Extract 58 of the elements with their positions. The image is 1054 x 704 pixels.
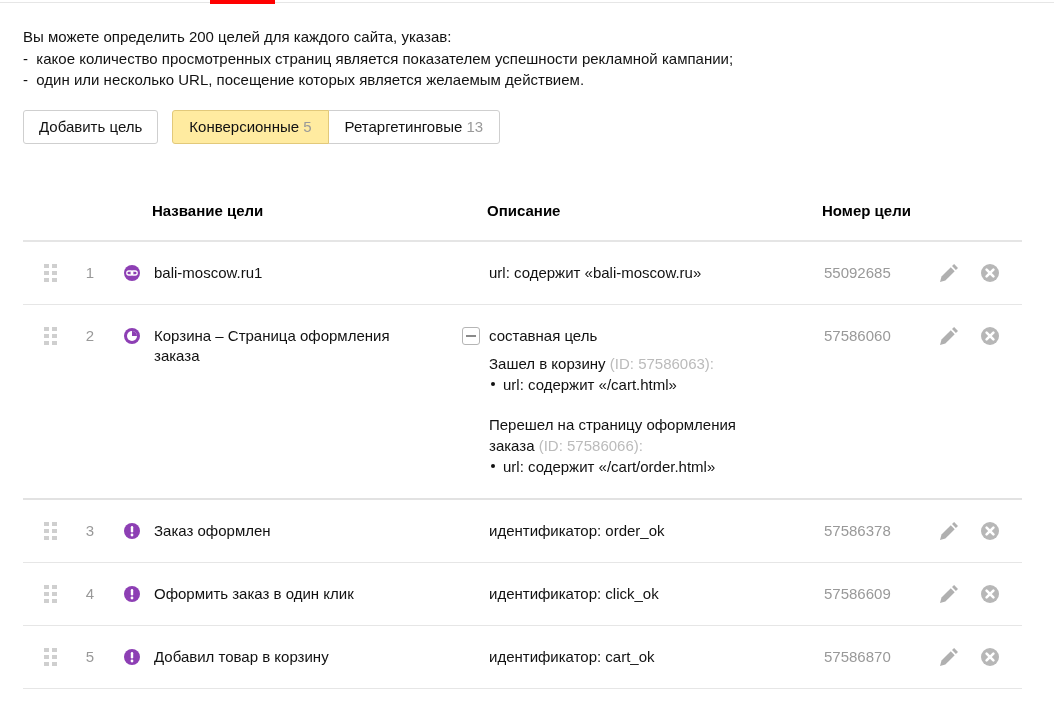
bullet-icon [491, 464, 495, 468]
step-condition: url: содержит «/cart.html» [503, 374, 677, 395]
goal-id: 55092685 [824, 263, 891, 281]
goal-name: Заказ оформлен [154, 520, 271, 541]
row-number: 3 [85, 521, 95, 539]
pencil-icon[interactable] [940, 326, 958, 345]
exclamation-icon [124, 585, 140, 602]
intro-list-item: - один или несколько URL, посещение которых является желаемым действием. [23, 70, 586, 90]
pie-chart-icon [124, 327, 140, 344]
grip-dots-icon[interactable] [44, 647, 57, 666]
active-tab-indicator [210, 0, 275, 4]
row-number: 4 [85, 584, 95, 602]
close-icon[interactable] [981, 263, 999, 282]
minus-icon [466, 334, 476, 337]
pencil-icon[interactable] [940, 647, 958, 666]
exclamation-icon [124, 648, 140, 665]
goal-description: составная цель [489, 325, 599, 346]
goal-id: 57586609 [824, 584, 891, 602]
step-condition: url: содержит «/cart/order.html» [503, 456, 716, 477]
close-icon[interactable] [981, 521, 999, 540]
goal-id: 57586870 [824, 647, 891, 665]
column-header: Название цели [152, 200, 265, 221]
goal-description: url: содержит «bali-moscow.ru» [489, 262, 702, 283]
grip-dots-icon[interactable] [44, 263, 57, 282]
goal-name: Корзина – Страница оформления заказа [154, 325, 391, 366]
goal-description: идентификатор: click_ok [489, 583, 659, 604]
link-icon [124, 264, 140, 281]
column-header: Номер цели [822, 200, 912, 221]
pencil-icon[interactable] [940, 584, 958, 603]
row-number: 1 [85, 263, 95, 281]
row-number: 5 [85, 647, 95, 665]
column-header: Описание [486, 200, 562, 221]
collapse-button[interactable] [462, 326, 480, 345]
grip-dots-icon[interactable] [44, 521, 57, 540]
pencil-icon[interactable] [940, 521, 958, 540]
intro-list-item: - какое количество просмотренных страниц является показателем успешности рекламной кампании; [23, 48, 735, 69]
goal-type-tab[interactable]: Конверсионные 5 [172, 109, 329, 144]
goal-name: Оформить заказ в один клик [154, 583, 354, 604]
pencil-icon[interactable] [940, 263, 958, 282]
grip-dots-icon[interactable] [44, 326, 57, 345]
row-number: 2 [85, 326, 95, 344]
intro-text: Вы можете определить 200 целей для каждого сайта, указав: [23, 27, 453, 47]
bullet-icon [491, 382, 495, 386]
goal-id: 57586378 [824, 521, 891, 539]
goal-name: bali-moscow.ru1 [154, 262, 263, 283]
goal-id: 57586060 [824, 326, 891, 344]
step-title: Зашел в корзину (ID: 57586063): [489, 353, 716, 374]
goal-type-tab[interactable]: Ретаргетинговые 13 [327, 109, 501, 144]
goal-description: идентификатор: cart_ok [489, 646, 655, 667]
close-icon[interactable] [981, 647, 999, 666]
step-title: Перешел на страницу оформления заказа (ID: 57586066): [489, 414, 737, 456]
goal-name: Добавил товар в корзину [154, 646, 329, 667]
exclamation-icon [124, 522, 140, 539]
goal-description: идентификатор: order_ok [489, 520, 665, 541]
add-goal-button[interactable]: Добавить цель [23, 109, 159, 144]
close-icon[interactable] [981, 584, 999, 603]
grip-dots-icon[interactable] [44, 584, 57, 603]
close-icon[interactable] [981, 326, 999, 345]
